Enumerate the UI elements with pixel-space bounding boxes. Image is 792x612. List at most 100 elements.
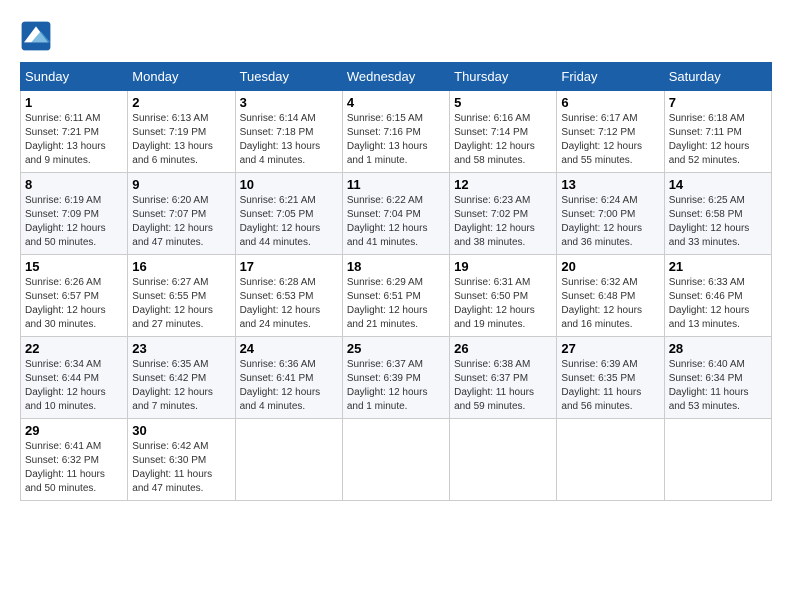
day-number: 15: [25, 259, 123, 274]
calendar-week-row: 15Sunrise: 6:26 AMSunset: 6:57 PMDayligh…: [21, 255, 772, 337]
day-info: Sunrise: 6:33 AMSunset: 6:46 PMDaylight:…: [669, 276, 767, 332]
day-number: 29: [25, 423, 123, 438]
calendar-cell: [342, 419, 449, 501]
day-number: 18: [347, 259, 445, 274]
calendar-body: 1 Sunrise: 6:11 AMSunset: 7:21 PMDaylight…: [21, 91, 772, 501]
calendar-cell: 20 Sunrise: 6:32 AMSunset: 6:48 PMDayligh…: [557, 255, 664, 337]
day-info: Sunrise: 6:40 AMSunset: 6:34 PMDaylight:…: [669, 358, 767, 414]
calendar-cell: 2 Sunrise: 6:13 AMSunset: 7:19 PMDaylight…: [128, 91, 235, 173]
weekday-header: Wednesday: [342, 63, 449, 91]
calendar-table: SundayMondayTuesdayWednesdayThursdayFrid…: [20, 62, 772, 501]
day-number: 7: [669, 95, 767, 110]
day-number: 26: [454, 341, 552, 356]
calendar-cell: [557, 419, 664, 501]
day-number: 23: [132, 341, 230, 356]
day-info: Sunrise: 6:14 AMSunset: 7:18 PMDaylight:…: [240, 112, 338, 168]
calendar-cell: 14 Sunrise: 6:25 AMSunset: 6:58 PMDayligh…: [664, 173, 771, 255]
calendar-cell: 21Sunrise: 6:33 AMSunset: 6:46 PMDayligh…: [664, 255, 771, 337]
day-number: 14: [669, 177, 767, 192]
calendar-cell: 27Sunrise: 6:39 AMSunset: 6:35 PMDayligh…: [557, 337, 664, 419]
logo-icon: [20, 20, 52, 52]
day-number: 6: [561, 95, 659, 110]
calendar-cell: 18 Sunrise: 6:29 AMSunset: 6:51 PMDayligh…: [342, 255, 449, 337]
calendar-cell: [450, 419, 557, 501]
day-number: 4: [347, 95, 445, 110]
calendar-week-row: 29 Sunrise: 6:41 AMSunset: 6:32 PMDayligh…: [21, 419, 772, 501]
logo: [20, 20, 56, 52]
day-info: Sunrise: 6:20 AMSunset: 7:07 PMDaylight:…: [132, 194, 230, 250]
weekday-header: Thursday: [450, 63, 557, 91]
day-number: 5: [454, 95, 552, 110]
day-info: Sunrise: 6:28 AMSunset: 6:53 PMDaylight:…: [240, 276, 338, 332]
day-number: 28: [669, 341, 767, 356]
weekday-header: Saturday: [664, 63, 771, 91]
day-info: Sunrise: 6:13 AMSunset: 7:19 PMDaylight:…: [132, 112, 230, 168]
calendar-cell: 28 Sunrise: 6:40 AMSunset: 6:34 PMDayligh…: [664, 337, 771, 419]
day-info: Sunrise: 6:42 AMSunset: 6:30 PMDaylight:…: [132, 440, 230, 496]
calendar-cell: 3Sunrise: 6:14 AMSunset: 7:18 PMDaylight…: [235, 91, 342, 173]
calendar-cell: 4 Sunrise: 6:15 AMSunset: 7:16 PMDaylight…: [342, 91, 449, 173]
day-info: Sunrise: 6:38 AMSunset: 6:37 PMDaylight:…: [454, 358, 552, 414]
calendar-week-row: 1 Sunrise: 6:11 AMSunset: 7:21 PMDaylight…: [21, 91, 772, 173]
day-number: 8: [25, 177, 123, 192]
calendar-cell: 12 Sunrise: 6:23 AMSunset: 7:02 PMDayligh…: [450, 173, 557, 255]
day-number: 10: [240, 177, 338, 192]
calendar-cell: 17 Sunrise: 6:28 AMSunset: 6:53 PMDayligh…: [235, 255, 342, 337]
day-number: 2: [132, 95, 230, 110]
calendar-cell: 19 Sunrise: 6:31 AMSunset: 6:50 PMDayligh…: [450, 255, 557, 337]
calendar-cell: 9 Sunrise: 6:20 AMSunset: 7:07 PMDaylight…: [128, 173, 235, 255]
calendar-week-row: 8 Sunrise: 6:19 AMSunset: 7:09 PMDaylight…: [21, 173, 772, 255]
calendar-cell: 15Sunrise: 6:26 AMSunset: 6:57 PMDayligh…: [21, 255, 128, 337]
day-number: 19: [454, 259, 552, 274]
day-info: Sunrise: 6:36 AMSunset: 6:41 PMDaylight:…: [240, 358, 338, 414]
calendar-cell: 6 Sunrise: 6:17 AMSunset: 7:12 PMDaylight…: [557, 91, 664, 173]
day-number: 1: [25, 95, 123, 110]
calendar-cell: 11 Sunrise: 6:22 AMSunset: 7:04 PMDayligh…: [342, 173, 449, 255]
day-info: Sunrise: 6:41 AMSunset: 6:32 PMDaylight:…: [25, 440, 123, 496]
calendar-cell: 10 Sunrise: 6:21 AMSunset: 7:05 PMDayligh…: [235, 173, 342, 255]
calendar-cell: 30Sunrise: 6:42 AMSunset: 6:30 PMDayligh…: [128, 419, 235, 501]
day-info: Sunrise: 6:25 AMSunset: 6:58 PMDaylight:…: [669, 194, 767, 250]
weekday-header: Tuesday: [235, 63, 342, 91]
day-info: Sunrise: 6:17 AMSunset: 7:12 PMDaylight:…: [561, 112, 659, 168]
day-number: 22: [25, 341, 123, 356]
day-number: 27: [561, 341, 659, 356]
calendar-cell: 23 Sunrise: 6:35 AMSunset: 6:42 PMDayligh…: [128, 337, 235, 419]
day-info: Sunrise: 6:35 AMSunset: 6:42 PMDaylight:…: [132, 358, 230, 414]
day-info: Sunrise: 6:16 AMSunset: 7:14 PMDaylight:…: [454, 112, 552, 168]
calendar-cell: 8 Sunrise: 6:19 AMSunset: 7:09 PMDaylight…: [21, 173, 128, 255]
calendar-week-row: 22 Sunrise: 6:34 AMSunset: 6:44 PMDayligh…: [21, 337, 772, 419]
day-number: 17: [240, 259, 338, 274]
weekday-row: SundayMondayTuesdayWednesdayThursdayFrid…: [21, 63, 772, 91]
day-info: Sunrise: 6:31 AMSunset: 6:50 PMDaylight:…: [454, 276, 552, 332]
weekday-header: Friday: [557, 63, 664, 91]
day-info: Sunrise: 6:29 AMSunset: 6:51 PMDaylight:…: [347, 276, 445, 332]
day-number: 16: [132, 259, 230, 274]
calendar-cell: 7Sunrise: 6:18 AMSunset: 7:11 PMDaylight…: [664, 91, 771, 173]
day-info: Sunrise: 6:19 AMSunset: 7:09 PMDaylight:…: [25, 194, 123, 250]
day-info: Sunrise: 6:11 AMSunset: 7:21 PMDaylight:…: [25, 112, 123, 168]
calendar-cell: 24 Sunrise: 6:36 AMSunset: 6:41 PMDayligh…: [235, 337, 342, 419]
calendar-header: SundayMondayTuesdayWednesdayThursdayFrid…: [21, 63, 772, 91]
calendar-cell: [235, 419, 342, 501]
weekday-header: Sunday: [21, 63, 128, 91]
weekday-header: Monday: [128, 63, 235, 91]
day-info: Sunrise: 6:21 AMSunset: 7:05 PMDaylight:…: [240, 194, 338, 250]
calendar-cell: 1 Sunrise: 6:11 AMSunset: 7:21 PMDaylight…: [21, 91, 128, 173]
calendar-cell: [664, 419, 771, 501]
day-number: 24: [240, 341, 338, 356]
day-number: 12: [454, 177, 552, 192]
day-info: Sunrise: 6:34 AMSunset: 6:44 PMDaylight:…: [25, 358, 123, 414]
day-number: 9: [132, 177, 230, 192]
calendar-cell: 16 Sunrise: 6:27 AMSunset: 6:55 PMDayligh…: [128, 255, 235, 337]
day-info: Sunrise: 6:15 AMSunset: 7:16 PMDaylight:…: [347, 112, 445, 168]
day-info: Sunrise: 6:22 AMSunset: 7:04 PMDaylight:…: [347, 194, 445, 250]
page-header: [20, 20, 772, 52]
day-number: 20: [561, 259, 659, 274]
day-number: 11: [347, 177, 445, 192]
day-info: Sunrise: 6:32 AMSunset: 6:48 PMDaylight:…: [561, 276, 659, 332]
day-info: Sunrise: 6:24 AMSunset: 7:00 PMDaylight:…: [561, 194, 659, 250]
day-number: 25: [347, 341, 445, 356]
day-info: Sunrise: 6:23 AMSunset: 7:02 PMDaylight:…: [454, 194, 552, 250]
day-info: Sunrise: 6:27 AMSunset: 6:55 PMDaylight:…: [132, 276, 230, 332]
